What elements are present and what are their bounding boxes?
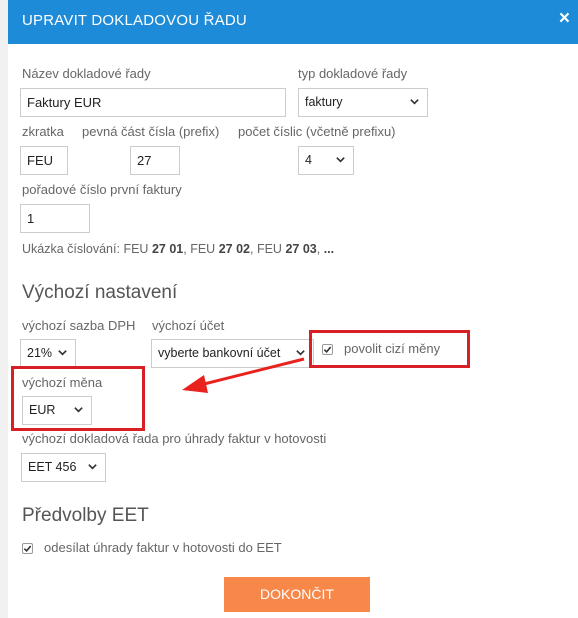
example-abbr: FEU (190, 242, 216, 256)
numbering-example: Ukázka číslování: FEU 27 01, FEU 27 02, … (22, 242, 334, 256)
example-number: 01 (169, 242, 184, 256)
series-type-label: typ dokladové řady (298, 66, 408, 81)
vat-rate-select[interactable]: 21% (20, 339, 76, 368)
vat-rate-value: 21% (27, 346, 53, 360)
series-name-label: Název dokladové řady (22, 66, 151, 81)
highlight-currency (11, 366, 145, 431)
first-number-label: pořadové číslo první faktury (22, 182, 182, 197)
series-type-select[interactable]: faktury (298, 88, 428, 117)
chevron-down-icon (58, 350, 67, 356)
example-label: Ukázka číslování: (22, 242, 120, 256)
prefix-input[interactable]: 27 (130, 146, 180, 175)
prefix-label: pevná část čísla (prefix) (82, 124, 220, 139)
send-cash-eet-checkbox[interactable] (22, 543, 33, 554)
example-separator: , (183, 242, 187, 256)
example-abbr: FEU (123, 242, 149, 256)
vat-rate-label: výchozí sazba DPH (22, 318, 136, 333)
cash-series-label: výchozí dokladová řada pro úhrady faktur… (22, 431, 327, 446)
digits-select[interactable]: 4 (298, 146, 354, 175)
example-separator: , (316, 242, 321, 256)
digits-value: 4 (305, 153, 312, 167)
foreign-currency-checkbox[interactable] (322, 344, 333, 355)
example-abbr: FEU (256, 242, 282, 256)
example-prefix: 27 (218, 242, 233, 256)
close-icon[interactable]: × (559, 9, 570, 28)
foreign-currency-label: povolit cizí měny (344, 341, 441, 356)
chevron-down-icon (410, 99, 419, 105)
series-type-value: faktury (305, 95, 343, 109)
finish-button[interactable]: DOKONČIT (224, 577, 370, 612)
dialog-header: UPRAVIT DOKLADOVOU ŘADU × (8, 0, 578, 44)
account-label: výchozí účet (152, 318, 225, 333)
cash-series-value: EET 456 (28, 460, 77, 474)
eet-heading: Předvolby EET (22, 505, 149, 526)
defaults-heading: Výchozí nastavení (22, 282, 178, 303)
chevron-down-icon (88, 464, 97, 470)
send-cash-eet-label: odesílat úhrady faktur v hotovosti do EE… (44, 540, 282, 555)
annotation-arrow-icon (182, 357, 305, 393)
example-number: 03 (302, 242, 317, 256)
example-ellipsis: ... (323, 242, 335, 256)
checkmark-icon (323, 346, 332, 354)
digits-label: počet číslic (včetně prefixu) (238, 124, 396, 139)
example-prefix: 27 (151, 242, 166, 256)
example-separator: , (249, 242, 254, 256)
checkmark-icon (23, 545, 32, 553)
example-number: 02 (236, 242, 250, 256)
series-name-input[interactable]: Faktury EUR (20, 88, 286, 117)
abbreviation-label: zkratka (22, 124, 64, 139)
cash-series-select[interactable]: EET 456 (21, 453, 106, 482)
abbreviation-input[interactable]: FEU (20, 146, 68, 175)
example-prefix: 27 (285, 242, 300, 256)
first-number-input[interactable]: 1 (20, 204, 90, 233)
dialog-title: UPRAVIT DOKLADOVOU ŘADU (22, 12, 247, 29)
chevron-down-icon (336, 157, 345, 163)
